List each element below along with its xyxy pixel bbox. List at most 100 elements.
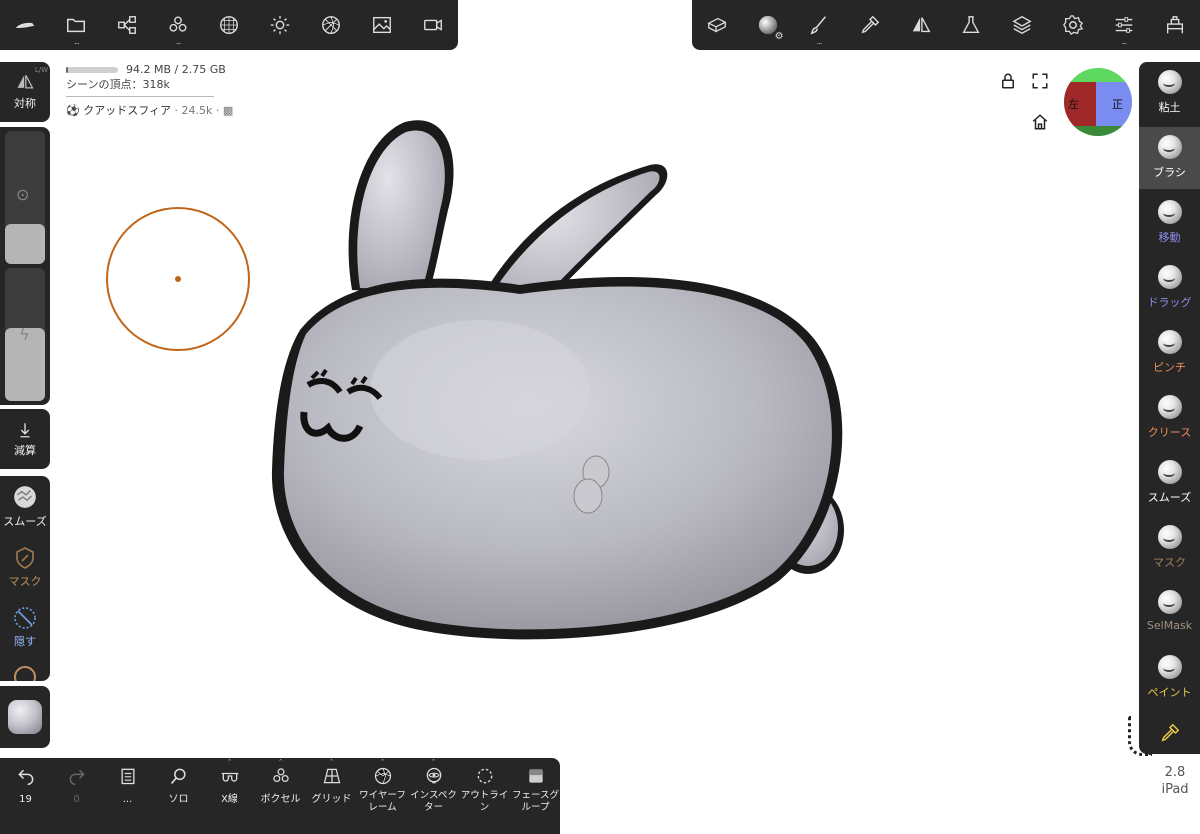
fullscreen-icon[interactable] xyxy=(1031,72,1049,90)
bottom-button-label: X線 xyxy=(221,794,238,805)
facegroup-icon xyxy=(528,769,543,783)
bottom-button-label: ボクセル xyxy=(260,794,301,805)
bottom-button-label: アウトライン xyxy=(460,790,509,813)
tool-label: ピンチ xyxy=(1153,361,1186,374)
tool-1[interactable]: ブラシ xyxy=(1139,127,1200,189)
brush-center-dot xyxy=(175,276,181,282)
tool-label: 移動 xyxy=(1158,231,1181,244)
vertex-count: シーンの頂点：318k xyxy=(66,78,170,91)
sliders-icon[interactable]: ... xyxy=(1098,0,1149,50)
hide-quick-button[interactable]: 隠す xyxy=(0,606,50,649)
bunny-model[interactable] xyxy=(271,120,844,640)
symmetry-icon[interactable] xyxy=(895,0,946,50)
tool-6[interactable]: スムーズ xyxy=(1139,452,1200,514)
tool-ball-icon xyxy=(1157,460,1182,484)
nomad-logo-icon[interactable] xyxy=(0,0,51,50)
camera-icon[interactable] xyxy=(407,0,458,50)
voxel-icon xyxy=(272,768,289,783)
scene-graph-icon[interactable] xyxy=(102,0,153,50)
folder-icon[interactable]: ... xyxy=(51,0,102,50)
resize-handle[interactable] xyxy=(1128,716,1152,756)
orientation-gizmo[interactable]: 左 正 xyxy=(1064,68,1132,136)
xray-button[interactable]: ⌃ X線 xyxy=(204,758,255,834)
image-icon[interactable] xyxy=(356,0,407,50)
material-preview-cube xyxy=(8,700,42,734)
render-icon[interactable] xyxy=(305,0,356,50)
bottom-button-label: ソロ xyxy=(168,794,189,805)
light-icon[interactable] xyxy=(254,0,305,50)
material-box-icon[interactable] xyxy=(692,0,743,50)
tool-label: 粘土 xyxy=(1158,101,1181,114)
subtract-button[interactable]: 減算 xyxy=(0,421,50,458)
redo-icon xyxy=(69,769,85,786)
tool-0[interactable]: 粘土 xyxy=(1139,62,1200,124)
caret-up-icon: ⌃ xyxy=(226,758,233,766)
version-label: 2.8 iPad xyxy=(1150,764,1200,798)
tool-9[interactable]: ペイント xyxy=(1139,647,1200,709)
bottom-button-label: ワイヤーフレーム xyxy=(359,790,406,813)
outline-button[interactable]: アウトライン xyxy=(459,758,510,834)
home-icon[interactable] xyxy=(1031,113,1049,131)
matcap-ball-icon[interactable]: ⚙ xyxy=(743,0,794,50)
solo-button[interactable]: ソロ xyxy=(153,758,204,834)
caret-up-icon: ⌃ xyxy=(277,758,284,766)
bottom-button-label: ... xyxy=(122,794,133,805)
settings-icon[interactable] xyxy=(1048,0,1099,50)
selected-object[interactable]: ⚽ クアッドスフィア · 24.5k · ▩ xyxy=(66,102,233,118)
intensity-bolt-icon: ϟ xyxy=(19,325,30,344)
bottom-toolbar: 19 0... ソロ ⌃ X線 ⌃ ボクセル ⌃ グリッド ⌃ ワイヤーフレーム ⌃ インスペクター アウ… xyxy=(0,758,560,834)
voxel-button[interactable]: ⌃ ボクセル xyxy=(255,758,306,834)
checker-icon: ▩ xyxy=(222,104,234,117)
mask-quick-button[interactable]: マスク xyxy=(0,546,50,589)
material-preview-panel[interactable] xyxy=(0,686,50,748)
inspector-button[interactable]: ⌃ インスペクター xyxy=(408,758,459,834)
tool-ball-icon xyxy=(1157,590,1182,614)
xray-icon xyxy=(221,772,238,782)
topology-icon[interactable] xyxy=(204,0,255,50)
flask-icon[interactable] xyxy=(946,0,997,50)
tool-8[interactable]: SelMask xyxy=(1139,582,1200,644)
redo-button[interactable]: 0 xyxy=(51,758,102,834)
grid-button[interactable]: ⌃ グリッド xyxy=(306,758,357,834)
tool-4[interactable]: ピンチ xyxy=(1139,322,1200,384)
object-sphere-icon: ⚽ xyxy=(66,104,80,117)
tool-7[interactable]: マスク xyxy=(1139,517,1200,579)
tool-label: SelMask xyxy=(1146,619,1193,632)
wireframe-button[interactable]: ⌃ ワイヤーフレーム xyxy=(357,758,408,834)
tool-5[interactable]: クリース xyxy=(1139,387,1200,449)
paint-brush-icon[interactable]: ... xyxy=(794,0,845,50)
smooth-quick-button[interactable]: スムーズ xyxy=(0,484,50,529)
sculpt-tools-panel: 粘土ブラシ移動ドラッグピンチクリーススムーズマスク SelMask ペイント xyxy=(1139,62,1200,754)
caret-up-icon: ⌃ xyxy=(328,758,335,766)
subtract-arrow-icon xyxy=(20,423,30,438)
version-number: 2.8 xyxy=(1164,765,1186,780)
tool-label: マスク xyxy=(1153,556,1186,569)
top-left-toolbar: ... ... xyxy=(0,0,458,50)
bottom-button-label: 19 xyxy=(19,794,32,805)
top-right-toolbar: ⚙ ... ... xyxy=(692,0,1200,50)
picker-icon[interactable] xyxy=(844,0,895,50)
history-button[interactable]: ... xyxy=(102,758,153,834)
partial-tool-icon xyxy=(14,666,36,681)
radius-slider-fill xyxy=(5,224,45,264)
symmetry-button[interactable]: 対称 xyxy=(0,72,50,111)
interface-icon[interactable] xyxy=(1149,0,1200,50)
tool-3[interactable]: ドラッグ xyxy=(1139,257,1200,319)
tool-ball-icon xyxy=(1157,655,1182,679)
layers-icon[interactable] xyxy=(997,0,1048,50)
tool-ball-icon xyxy=(1157,330,1182,354)
smooth-icon xyxy=(14,486,36,508)
tool-2[interactable]: 移動 xyxy=(1139,192,1200,254)
gizmo-left-label: 左 xyxy=(1068,98,1079,111)
multires-icon[interactable]: ... xyxy=(153,0,204,50)
solo-icon xyxy=(170,768,186,785)
tool-ball-icon xyxy=(1157,395,1182,419)
tool-label: スムーズ xyxy=(1147,491,1192,504)
undo-button[interactable]: 19 xyxy=(0,758,51,834)
viewport-canvas[interactable] xyxy=(0,0,1200,834)
tool-label: クリース xyxy=(1147,426,1192,439)
facegroup-button[interactable]: フェースグループ xyxy=(510,758,561,834)
symmetry-panel: L/W 対称 xyxy=(0,62,50,122)
lock-icon[interactable] xyxy=(999,72,1017,90)
outline-icon xyxy=(477,768,492,784)
